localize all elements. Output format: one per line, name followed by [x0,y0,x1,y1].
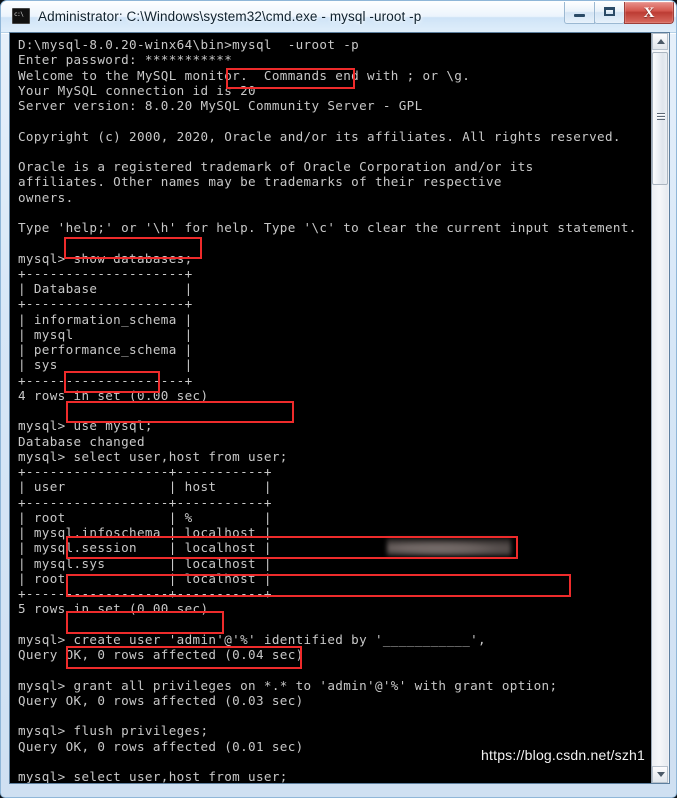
console-line: +------------------+-----------+ [18,464,272,479]
window-title: Administrator: C:\Windows\system32\cmd.e… [38,8,422,24]
console-line: | Database | [18,281,193,296]
console-line: Enter password: *********** [18,52,233,68]
annotation-box-flush-privs [66,611,224,634]
scroll-up-button[interactable] [652,33,668,50]
scroll-up-arrow-icon [657,39,665,44]
scrollbar-thumb[interactable] [652,52,668,185]
console-line: +--------------------+ [18,296,193,312]
console-client-area[interactable]: D:\mysql-8.0.20-winx64\bin>mysql -uroot … [9,32,670,784]
annotation-box-mysql-login [226,68,355,89]
close-icon: X [643,5,655,21]
console-line: mysql> select user,host from user; [18,769,288,784]
annotation-box-grant-all [66,574,571,597]
console-line: Copyright (c) 2000, 2020, Oracle and/or … [18,128,621,144]
console-line: Type 'help;' or '\h' for help. Type '\c'… [18,220,637,235]
vertical-scrollbar[interactable] [651,33,669,783]
scrollbar-grip-icon [657,113,665,120]
minimize-icon [574,14,585,17]
console-line: mysql> grant all privileges on *.* to 'a… [18,677,558,693]
console-line: owners. [18,189,74,205]
console-line: | performance_schema | [18,342,193,357]
annotation-box-create-user [66,536,518,559]
annotation-box-select-user-2 [66,646,302,669]
window-controls: X [564,2,674,24]
console-line: Server version: 8.0.20 MySQL Community S… [18,98,423,113]
console-line: mysql> flush privileges; [18,723,209,739]
close-button[interactable]: X [624,2,674,24]
title-bar[interactable]: Administrator: C:\Windows\system32\cmd.e… [1,1,676,31]
scrollbar-track[interactable] [652,185,668,766]
console-line: | user | host | [18,479,272,495]
scroll-down-arrow-icon [657,772,665,777]
console-line: | root | % | [18,509,272,525]
scroll-down-button[interactable] [652,766,668,783]
watermark-text: https://blog.csdn.net/szh1 [481,747,645,763]
console-line: | information_schema | [18,311,193,327]
console-line: +------------------+-----------+ [18,494,272,510]
console-line: D:\mysql-8.0.20-winx64\bin>mysql -uroot … [18,37,360,52]
console-line: affiliates. Other names may be trademark… [18,174,502,190]
console-line: +--------------------+ [18,265,193,281]
cmd-console-icon [12,8,30,24]
console-line: | mysql | [18,326,193,342]
annotation-box-select-user-1 [66,401,294,423]
console-line: Query OK, 0 rows affected (0.03 sec) [18,692,304,708]
minimize-button[interactable] [564,2,595,24]
console-line: Database changed [18,433,145,449]
annotation-box-use-mysql [64,371,160,393]
annotation-box-show-databases [64,237,202,259]
console-window: Administrator: C:\Windows\system32\cmd.e… [0,0,677,798]
console-line: mysql> select user,host from user; [18,448,288,464]
maximize-button[interactable] [594,2,625,24]
maximize-icon [604,7,615,16]
console-line: Oracle is a registered trademark of Orac… [18,159,534,174]
console-line: mysql> create user 'admin'@'%' identifie… [18,631,486,647]
